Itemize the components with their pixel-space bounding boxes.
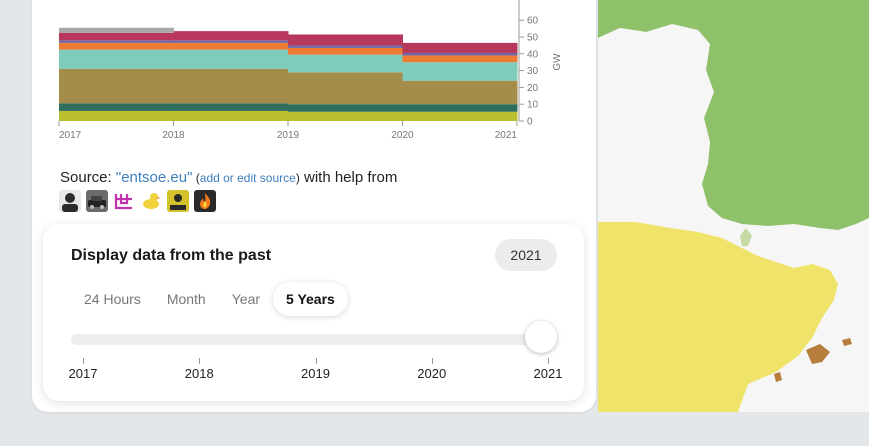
chart-layer-2-segment-3[interactable] <box>402 80 518 105</box>
chart-layer-3-segment-2[interactable] <box>288 54 403 73</box>
y-tick-label-5: 50 <box>527 33 539 44</box>
y-tick-label-1: 10 <box>527 100 539 111</box>
chart-layer-4-segment-3[interactable] <box>402 55 518 63</box>
chart-layer-4-segment-2[interactable] <box>288 47 403 55</box>
x-tick-label-1: 2018 <box>162 130 185 141</box>
slider-tick-0 <box>83 358 84 364</box>
source-paren-open: ( <box>192 171 200 185</box>
x-tick-label-2: 2019 <box>277 130 300 141</box>
y-tick-label-0: 0 <box>527 117 533 128</box>
slider-tick-4 <box>548 358 549 364</box>
source-suffix: with help from <box>299 169 398 186</box>
chart-layer-7-segment-0[interactable] <box>59 27 174 33</box>
chart-layer-5-segment-0[interactable] <box>59 40 174 43</box>
chart-layer-2-segment-1[interactable] <box>173 68 289 104</box>
chart-layer-0-segment-2[interactable] <box>288 111 403 121</box>
chart-layer-2-segment-0[interactable] <box>59 68 174 104</box>
balearic-islands-small <box>842 338 852 346</box>
contributor-portrait-avatar[interactable] <box>59 190 81 212</box>
chart-layer-0-segment-3[interactable] <box>402 111 518 121</box>
electricity-map[interactable] <box>598 0 869 412</box>
contributors <box>59 190 216 212</box>
chart-layer-3-segment-3[interactable] <box>402 62 518 81</box>
contributor-fire-avatar[interactable] <box>194 190 216 212</box>
slider-tick-2 <box>315 358 317 364</box>
andorra-marker <box>740 228 752 246</box>
slider-label-2: 2019 <box>301 366 330 381</box>
y-tick-label-6: 60 <box>527 16 539 27</box>
chart-layer-2-segment-2[interactable] <box>288 72 403 105</box>
source-line: Source: "entsoe.eu" (add or edit source)… <box>60 169 397 186</box>
time-slider-thumb[interactable] <box>525 321 557 353</box>
y-tick-label-4: 40 <box>527 49 539 60</box>
selected-year-badge: 2021 <box>495 239 557 271</box>
slider-tick-3 <box>431 358 433 364</box>
time-card-title: Display data from the past <box>71 247 272 264</box>
chart-layer-0-segment-1[interactable] <box>173 110 289 121</box>
chart-layer-3-segment-0[interactable] <box>59 49 174 69</box>
spain-region <box>598 222 838 412</box>
chart-layer-4-segment-1[interactable] <box>173 42 289 50</box>
chart-layer-6-segment-1[interactable] <box>173 31 289 41</box>
production-chart: 0 10 20 30 40 50 60 GW 2017 2018 2019 2020 2021 <box>58 0 563 141</box>
tab-24-hours[interactable]: 24 Hours <box>71 282 154 316</box>
source-prefix: Source: <box>60 169 116 186</box>
chart-layer-1-segment-0[interactable] <box>59 103 174 111</box>
time-controller-card: Display data from the past 2021 24 Hours… <box>43 224 584 401</box>
contributor-logo-avatar[interactable] <box>113 190 135 212</box>
chart-layer-1-segment-3[interactable] <box>402 104 518 112</box>
chart-layer-5-segment-2[interactable] <box>288 45 403 48</box>
tab-month[interactable]: Month <box>154 282 219 316</box>
contributor-cartoon-avatar[interactable] <box>167 190 189 212</box>
chart-layer-6-segment-2[interactable] <box>288 34 403 46</box>
chart-layer-6-segment-3[interactable] <box>402 42 518 53</box>
chart-layer-6-segment-0[interactable] <box>59 32 174 41</box>
chart-layer-1-segment-1[interactable] <box>173 103 289 111</box>
slider-tick-1 <box>199 358 201 364</box>
time-slider-track[interactable] <box>71 334 555 345</box>
chart-layer-1-segment-2[interactable] <box>288 104 403 112</box>
chart-layer-5-segment-3[interactable] <box>402 52 518 56</box>
slider-label-1: 2018 <box>184 366 214 381</box>
x-tick-label-0: 2017 <box>59 130 82 141</box>
x-tick-label-4: 2021 <box>495 130 518 141</box>
y-axis-unit-label: GW <box>552 53 563 71</box>
chart-layer-5-segment-1[interactable] <box>173 40 289 43</box>
source-link[interactable]: "entsoe.eu" <box>116 169 193 186</box>
balearic-islands <box>806 344 830 364</box>
chart-layer-3-segment-1[interactable] <box>173 49 289 69</box>
y-tick-label-3: 30 <box>527 66 539 77</box>
balearic-islands-tiny <box>774 372 782 382</box>
chart-layer-4-segment-0[interactable] <box>59 42 174 50</box>
chart-layer-0-segment-0[interactable] <box>59 110 174 121</box>
tab-5-years[interactable]: 5 Years <box>273 282 348 316</box>
time-range-tabs: 24 Hours Month Year 5 Years <box>71 281 348 317</box>
edit-source-link[interactable]: add or edit source <box>200 171 296 185</box>
slider-label-3: 2020 <box>417 366 447 381</box>
tab-year[interactable]: Year <box>219 282 273 316</box>
contributor-duck-avatar[interactable] <box>140 190 162 212</box>
slider-label-0: 2017 <box>68 366 98 381</box>
contributor-car-avatar[interactable] <box>86 190 108 212</box>
slider-label-4: 2021 <box>533 366 563 381</box>
y-tick-label-2: 20 <box>527 83 539 94</box>
x-tick-label-3: 2020 <box>391 130 414 141</box>
